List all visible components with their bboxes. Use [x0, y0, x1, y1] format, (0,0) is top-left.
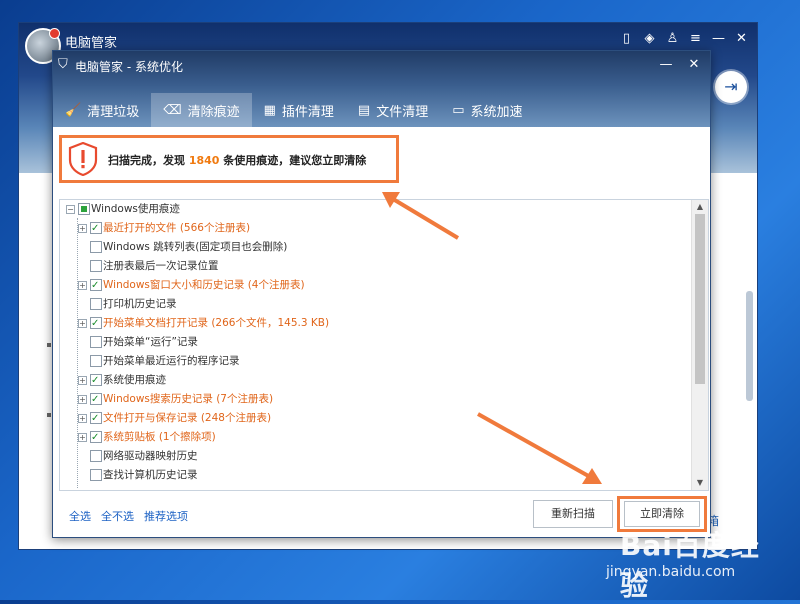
- arrow-to-clean-button: [477, 412, 602, 484]
- watermark-url: jingyan.baidu.com: [606, 564, 736, 580]
- watermark: Bai百度经验 jingyan.baidu.com: [606, 520, 780, 602]
- arrow-to-summary: [382, 192, 460, 240]
- annotation-arrows: [382, 192, 602, 484]
